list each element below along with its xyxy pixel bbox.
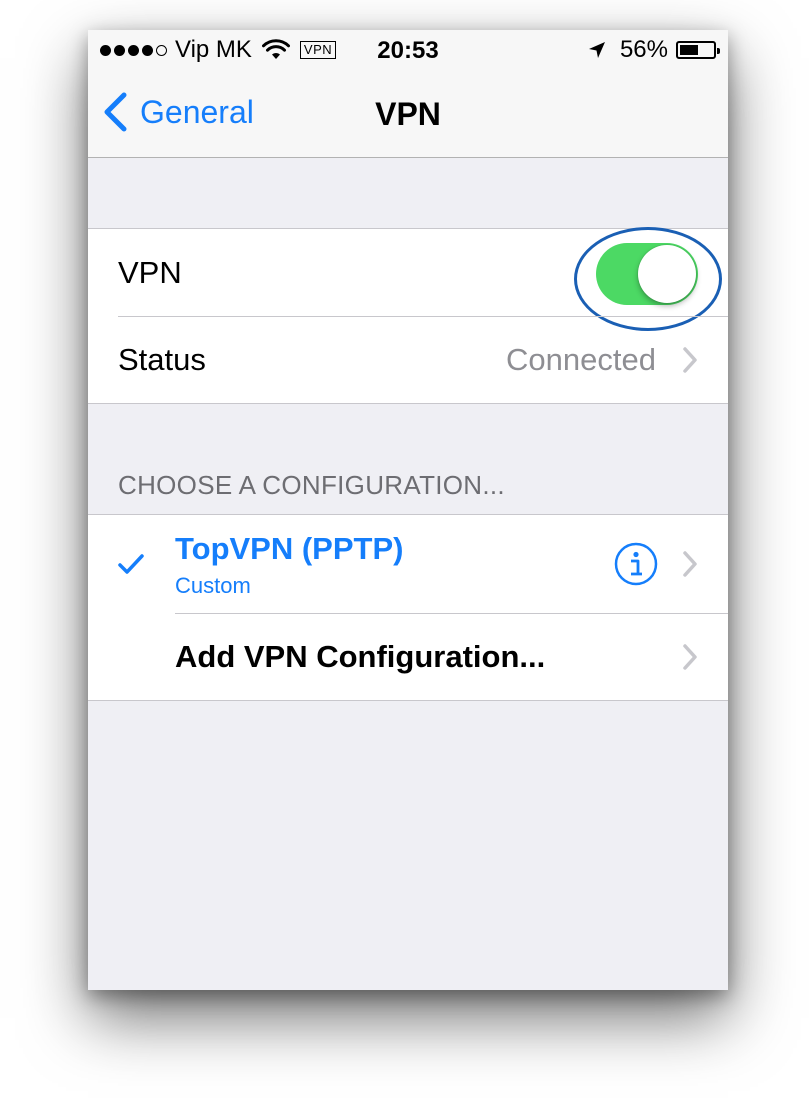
page-title: VPN [375, 96, 441, 132]
status-row[interactable]: Status Connected [88, 316, 728, 403]
toggle-knob [638, 245, 696, 303]
vpn-toggle[interactable] [596, 243, 698, 305]
navigation-bar: General VPN [88, 70, 728, 158]
config-item-topvpn[interactable]: TopVPN (PPTP) Custom [88, 515, 728, 613]
chevron-right-icon [683, 644, 697, 670]
screenshot-stage: Vip MK VPN 20:53 56% General VPN VPN Sta… [0, 0, 809, 1098]
add-vpn-configuration-row[interactable]: Add VPN Configuration... [88, 613, 728, 700]
status-right: 56% [588, 36, 720, 63]
add-vpn-configuration-label: Add VPN Configuration... [175, 639, 546, 674]
phone-screen: Vip MK VPN 20:53 56% General VPN VPN Sta… [88, 30, 728, 990]
vpn-label: VPN [118, 255, 182, 290]
config-name: TopVPN (PPTP) [175, 531, 404, 566]
section-header: CHOOSE A CONFIGURATION... [118, 470, 505, 500]
location-arrow-icon [588, 42, 605, 58]
battery-tip [717, 48, 720, 54]
chevron-right-icon [683, 551, 697, 577]
config-subtitle: Custom [175, 573, 251, 598]
battery-fill [680, 45, 698, 55]
status-bar: Vip MK VPN 20:53 56% [88, 30, 728, 70]
checkmark-icon [118, 554, 144, 574]
status-value: Connected [506, 342, 656, 377]
vpn-toggle-row: VPN [88, 227, 728, 331]
vpn-settings-group: VPN Status Connected [88, 227, 728, 404]
info-icon[interactable] [614, 542, 658, 586]
status-label: Status [118, 342, 206, 377]
chevron-right-icon [683, 347, 697, 373]
configuration-group: TopVPN (PPTP) Custom Add VPN Configurati… [88, 514, 728, 701]
battery-icon [676, 41, 720, 59]
battery-percentage: 56% [619, 36, 668, 63]
